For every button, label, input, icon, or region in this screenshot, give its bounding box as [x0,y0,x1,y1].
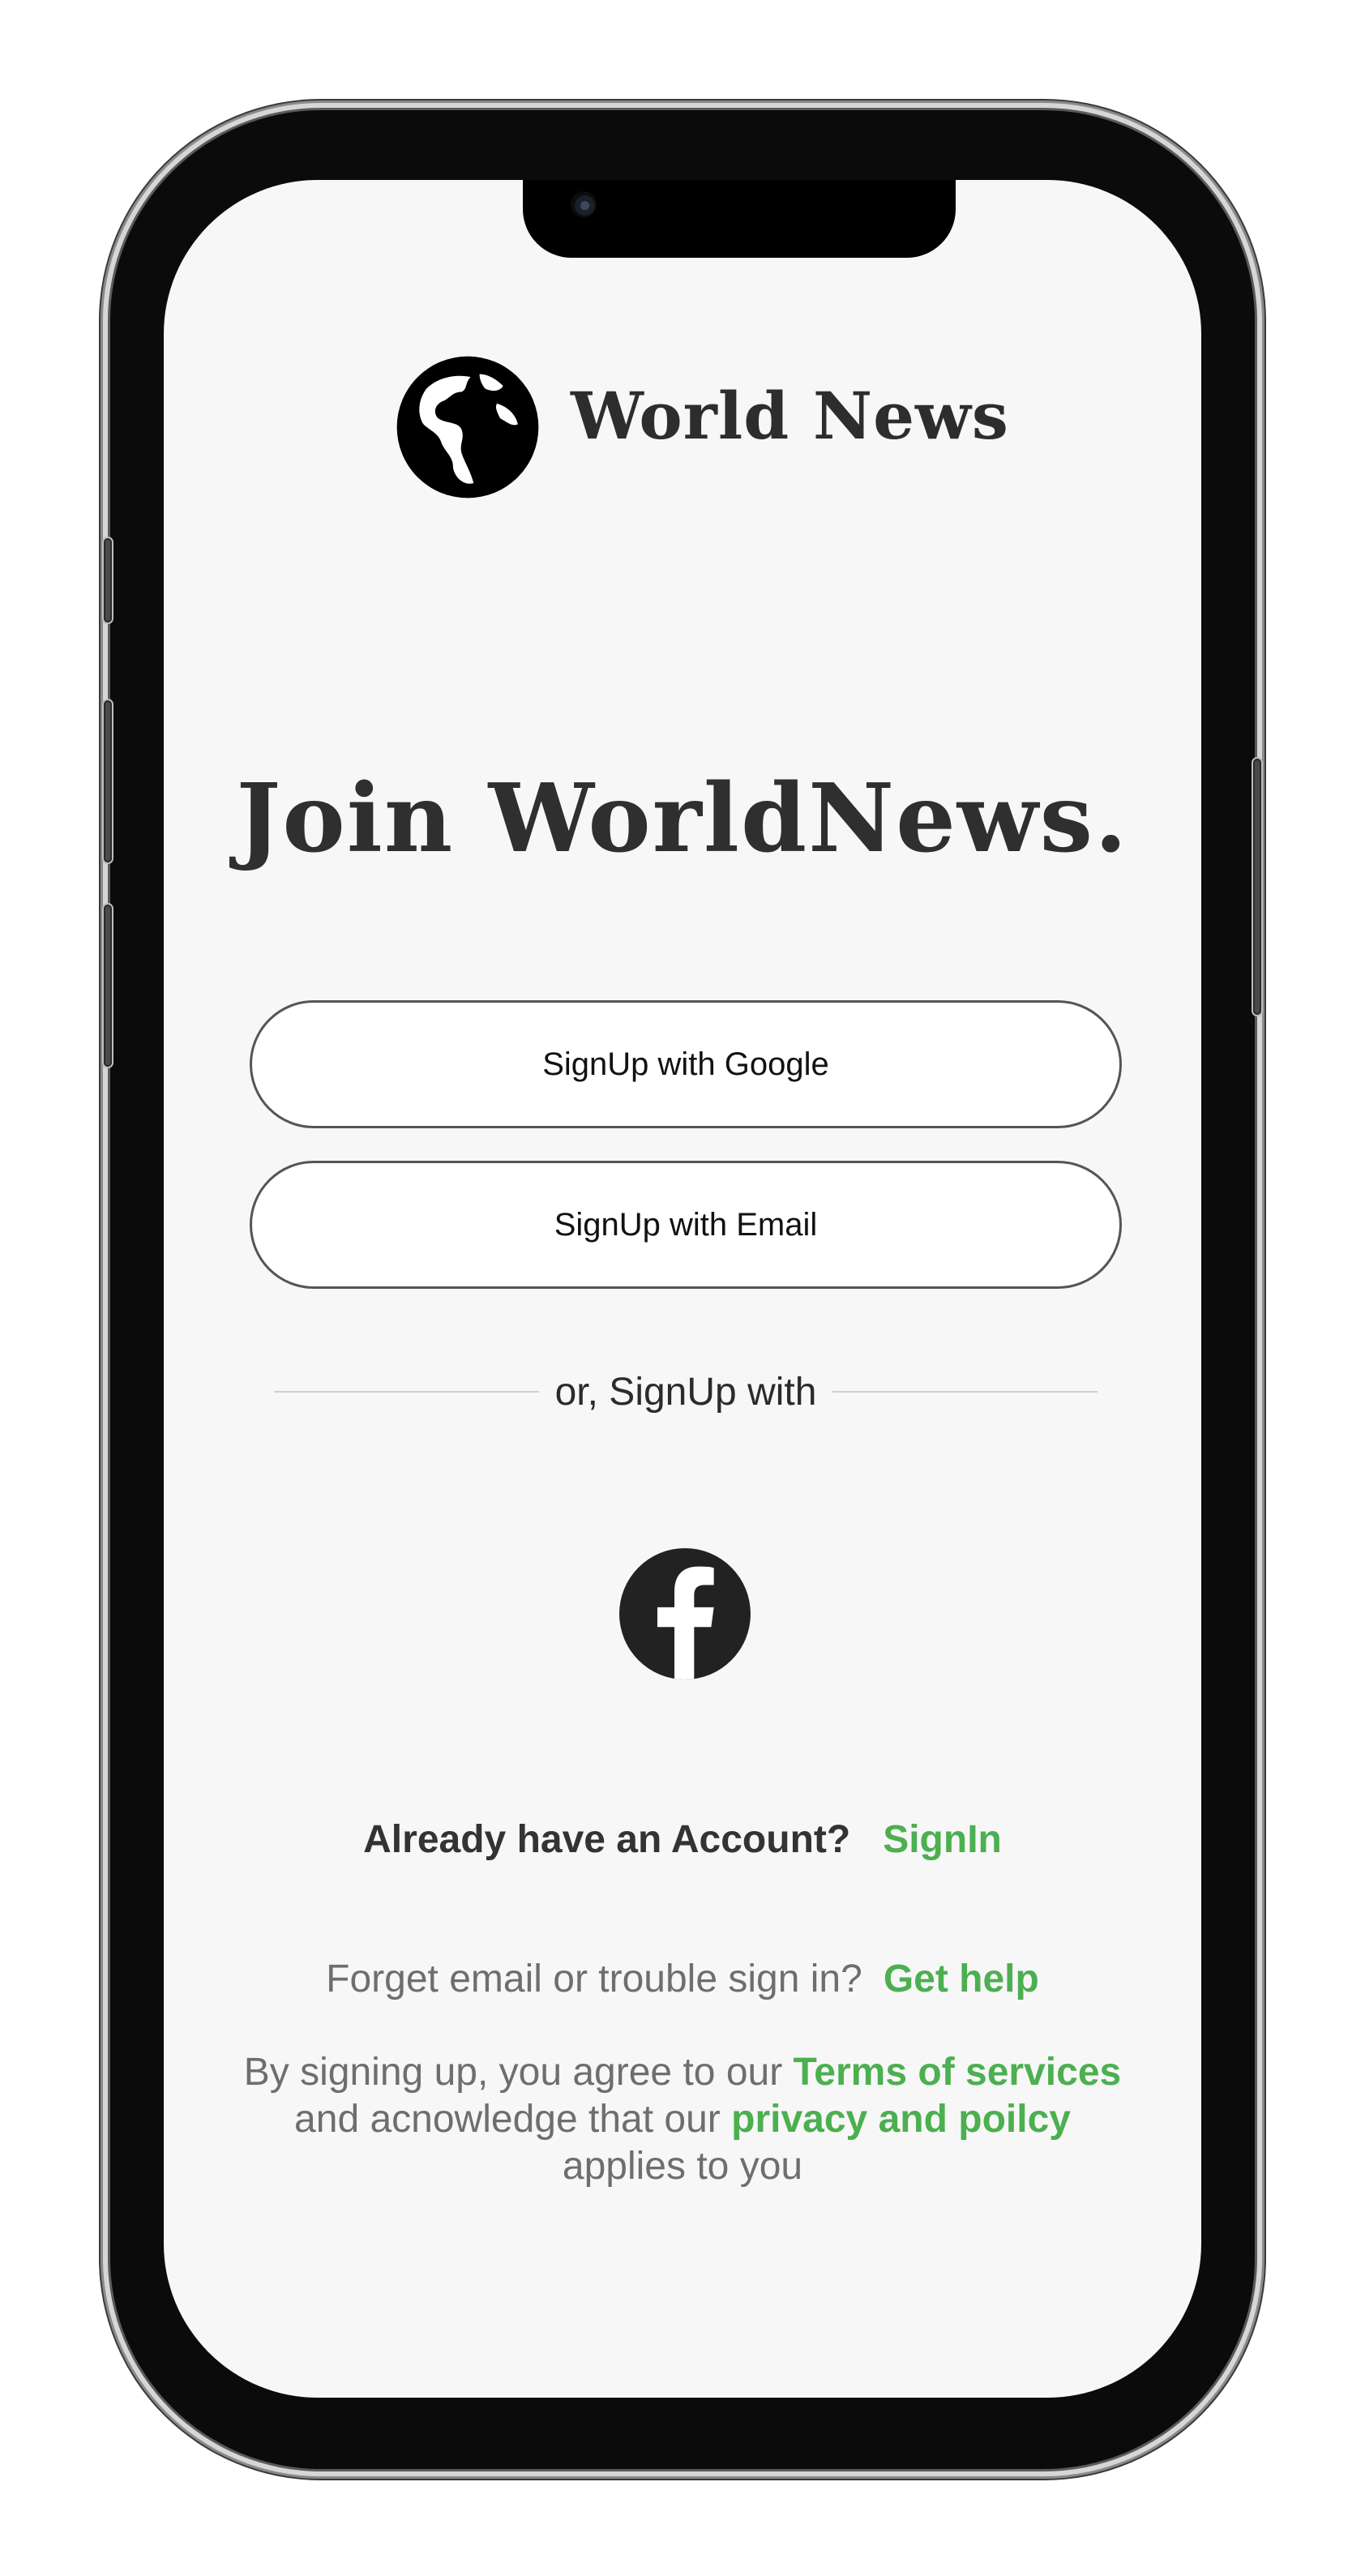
signup-google-button[interactable]: SignUp with Google [250,1000,1122,1128]
help-row: Forget email or trouble sign in? Get help [164,1957,1201,2001]
signin-link[interactable]: SignIn [883,1818,1002,1861]
front-camera-icon [571,191,597,217]
volume-down-button [104,905,112,1067]
brand-header: World News [394,342,1008,504]
legal-suffix: applies to you [562,2145,803,2188]
terms-link[interactable]: Terms of services [794,2051,1122,2094]
legal-middle: and acnowledge that our [294,2098,721,2141]
divider-label: or, SignUp with [554,1370,817,1414]
silent-switch [104,538,112,623]
account-question: Already have an Account? [363,1818,851,1861]
facebook-icon[interactable] [619,1548,751,1680]
notch [523,180,956,258]
app-screen: World News Join WorldNews. SignUp with G… [164,180,1201,2398]
divider-line-left [274,1391,539,1393]
account-row: Already have an Account? SignIn [164,1817,1201,1862]
help-question: Forget email or trouble sign in? [326,1958,862,2000]
power-button [1253,759,1261,1015]
phone-frame: World News Join WorldNews. SignUp with G… [104,110,1261,2469]
legal-notice: By signing up, you agree to our Terms of… [212,2049,1153,2190]
brand-name: World News [571,378,1009,454]
volume-up-button [104,700,112,862]
divider: or, SignUp with [274,1363,1098,1420]
get-help-link[interactable]: Get help [884,1958,1039,2000]
page-title: Join WorldNews. [236,764,1129,874]
privacy-link[interactable]: privacy and poilcy [731,2098,1071,2141]
legal-prefix: By signing up, you agree to our [243,2051,783,2094]
globe-icon [396,356,539,499]
divider-line-right [832,1391,1098,1393]
signup-email-button[interactable]: SignUp with Email [250,1161,1122,1289]
